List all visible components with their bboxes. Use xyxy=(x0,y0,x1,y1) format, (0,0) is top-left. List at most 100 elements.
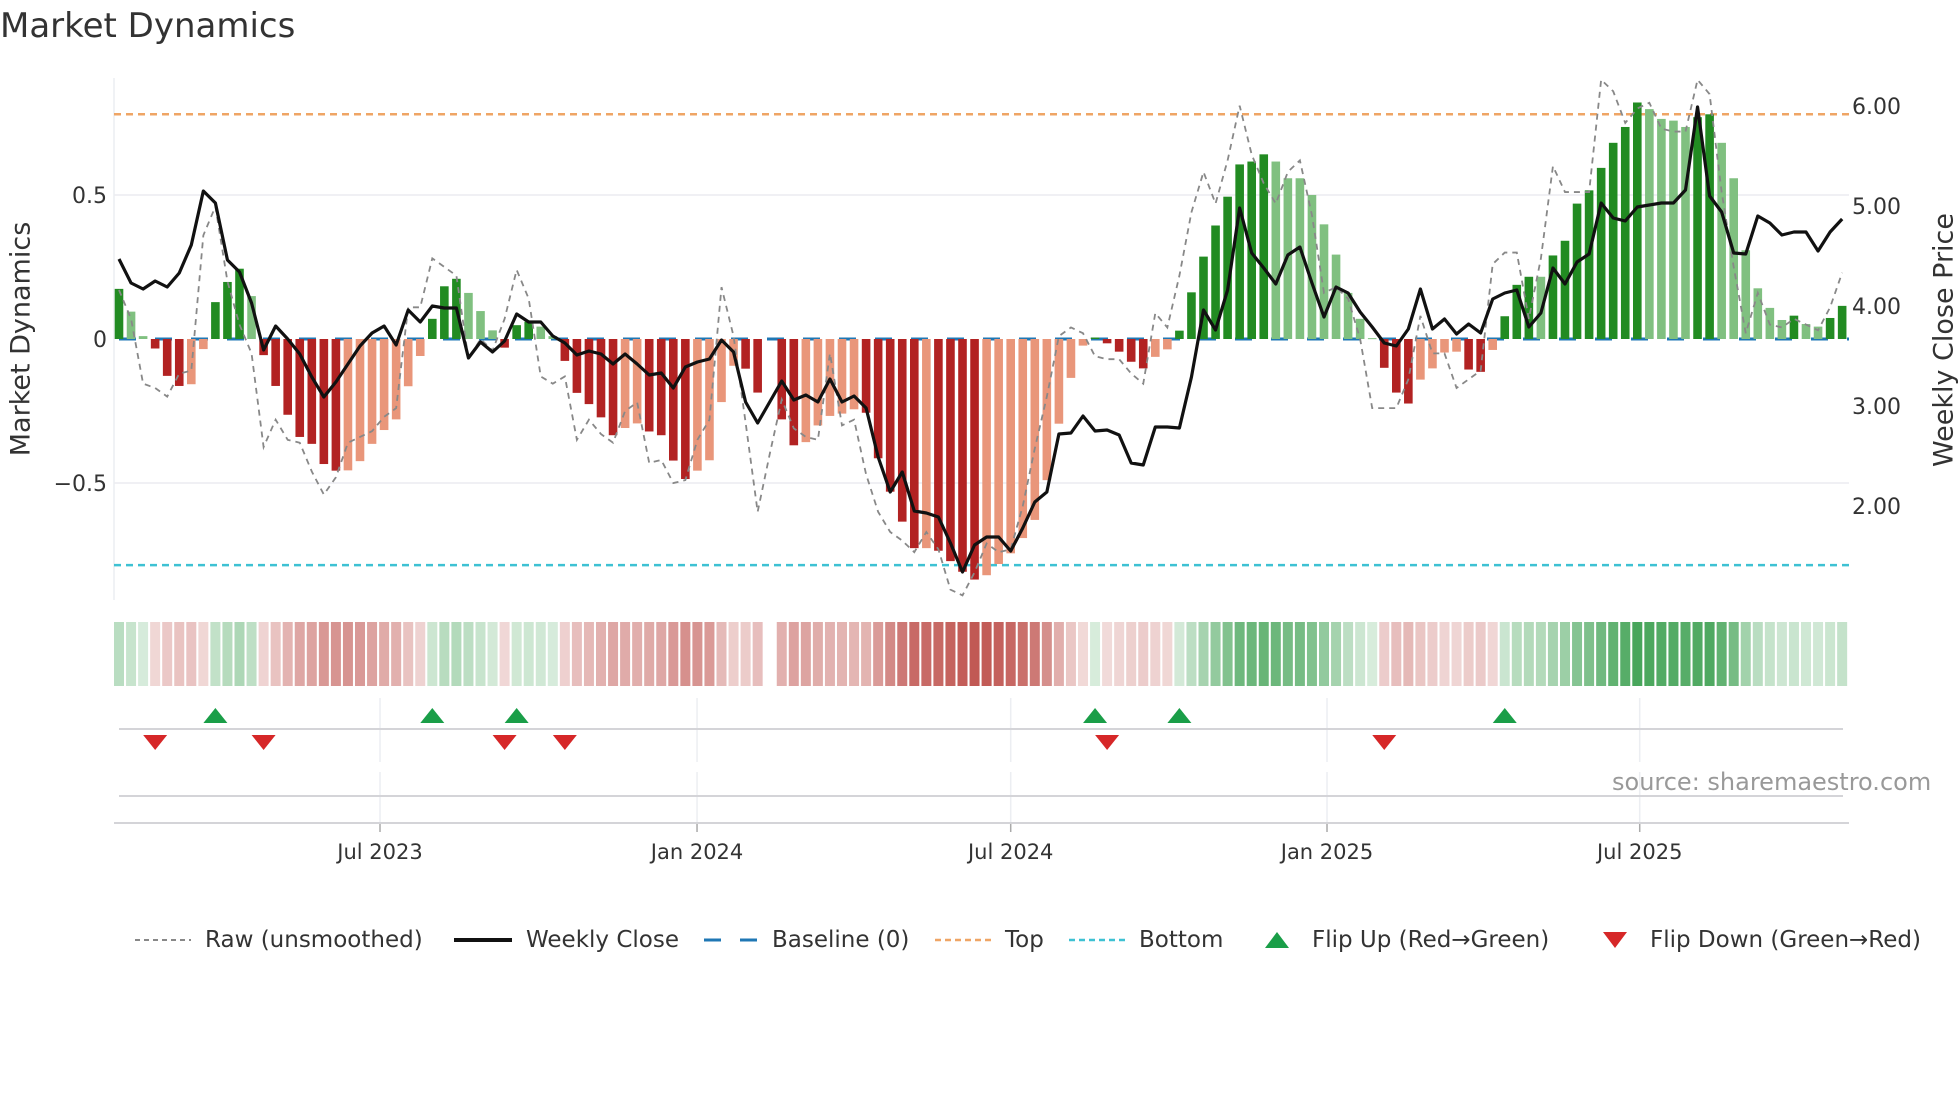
y2-tick-label: 5.00 xyxy=(1852,195,1901,220)
strip-cell xyxy=(1246,622,1257,686)
momentum-bar xyxy=(608,339,618,436)
momentum-bar xyxy=(1018,339,1028,539)
momentum-bar xyxy=(138,336,148,339)
legend-label-close: Weekly Close xyxy=(526,927,679,953)
strip-cell xyxy=(1114,622,1125,686)
momentum-bar xyxy=(1657,118,1666,339)
momentum-bar xyxy=(620,339,630,429)
strip-cell xyxy=(1355,622,1366,686)
strip-cell xyxy=(1451,622,1462,686)
strip-cell xyxy=(740,622,751,686)
flip-down-marker xyxy=(552,735,577,750)
momentum-bar xyxy=(596,339,606,418)
strip-cell xyxy=(1837,622,1848,686)
strip-cell xyxy=(270,622,281,686)
momentum-bar xyxy=(1789,315,1799,339)
momentum-bar xyxy=(885,339,895,492)
momentum-bar xyxy=(1163,339,1172,350)
flip-down-marker xyxy=(1095,735,1120,750)
strip-cell xyxy=(1511,622,1522,686)
momentum-bar xyxy=(572,339,582,393)
strip-cell xyxy=(547,622,558,686)
momentum-bar xyxy=(1777,319,1787,339)
strip-cell xyxy=(837,622,847,686)
momentum-bar xyxy=(440,286,449,339)
legend-label-baseline: Baseline (0) xyxy=(772,927,910,953)
momentum-bar xyxy=(488,330,497,339)
strip-cell xyxy=(1764,622,1775,686)
momentum-bar xyxy=(1066,339,1076,378)
strip-cell xyxy=(849,622,860,686)
momentum-bar xyxy=(1006,339,1015,554)
strip-cell xyxy=(873,622,884,686)
strip-cell xyxy=(162,622,173,686)
strip-cell xyxy=(824,622,835,686)
momentum-bar xyxy=(717,339,726,403)
legend-label-top: Top xyxy=(1005,927,1044,953)
strip-cell xyxy=(487,622,498,686)
x-tick-label: Jan 2025 xyxy=(1279,840,1374,864)
strip-cell xyxy=(861,622,872,686)
strip-cell xyxy=(1415,622,1426,686)
legend-label-flip-up: Flip Up (Red→Green) xyxy=(1312,927,1550,953)
strip-cell xyxy=(1222,622,1233,686)
strip-cell xyxy=(475,622,486,686)
strip-cell xyxy=(1475,622,1486,686)
strip-cell xyxy=(246,622,257,686)
strip-cell xyxy=(885,622,896,686)
strip-cell xyxy=(535,622,546,686)
momentum-bar xyxy=(910,339,919,549)
momentum-bar xyxy=(1464,339,1473,370)
legend-item-raw: Raw (unsmoothed) xyxy=(135,924,423,956)
strip-cell xyxy=(1150,622,1161,686)
strip-cell xyxy=(342,622,353,686)
momentum-bar xyxy=(319,339,329,465)
strip-cell xyxy=(716,622,727,686)
momentum-bar xyxy=(1825,317,1835,339)
strip-cell xyxy=(776,622,787,686)
strip-cell xyxy=(1656,622,1667,686)
strip-cell xyxy=(439,622,450,686)
strip-cell xyxy=(1138,622,1149,686)
momentum-bar xyxy=(801,339,811,443)
strip-cell xyxy=(728,622,739,686)
strip-cell xyxy=(1306,622,1317,686)
strip-cell xyxy=(1186,622,1197,686)
momentum-bar xyxy=(428,318,437,339)
strip-cell xyxy=(1680,622,1691,686)
momentum-bar xyxy=(223,281,232,339)
strip-cell xyxy=(1319,622,1329,686)
momentum-bar xyxy=(1608,142,1618,339)
momentum-bar xyxy=(1114,339,1124,352)
strip-cell xyxy=(1282,622,1293,686)
y2-tick-label: 4.00 xyxy=(1852,295,1901,320)
x-tick-label: Jul 2025 xyxy=(1595,840,1682,864)
strip-cell xyxy=(1294,622,1305,686)
strip-cell xyxy=(571,622,582,686)
x-tick-label: Jan 2024 xyxy=(649,840,744,864)
momentum-bar xyxy=(150,339,160,349)
momentum-bar xyxy=(331,339,341,471)
strip-cell xyxy=(1005,622,1016,686)
momentum-bar xyxy=(1175,330,1184,339)
strip-cell xyxy=(1620,622,1631,686)
y2-tick-label: 3.00 xyxy=(1852,395,1901,420)
strip-cell xyxy=(656,622,667,686)
strip-cell xyxy=(1740,622,1751,686)
strip-cell xyxy=(1029,622,1040,686)
strip-cell xyxy=(1728,622,1739,686)
momentum-bar xyxy=(632,339,642,424)
strip-cell xyxy=(1198,622,1209,686)
momentum-bar xyxy=(1440,339,1449,353)
strip-cell xyxy=(752,622,763,686)
strip-cell xyxy=(523,622,534,686)
strip-cell xyxy=(644,622,655,686)
momentum-bar xyxy=(1452,339,1461,352)
momentum-bar xyxy=(1030,339,1040,520)
strip-cell xyxy=(451,622,462,686)
triangle-up-icon xyxy=(1265,932,1289,948)
momentum-bar xyxy=(1151,339,1160,357)
strip-cell xyxy=(981,622,992,686)
strip-cell xyxy=(1391,622,1402,686)
strip-cell xyxy=(1752,622,1763,686)
